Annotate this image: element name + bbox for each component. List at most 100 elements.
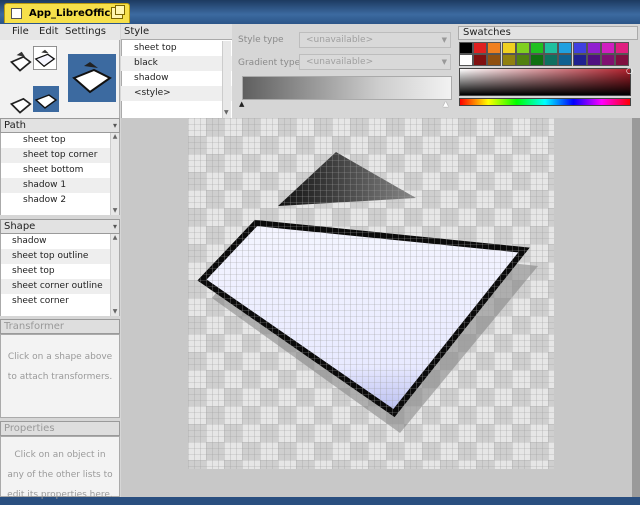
path-item[interactable]: sheet top corner xyxy=(1,148,119,163)
shape-item[interactable]: shadow xyxy=(1,234,119,249)
color-swatch[interactable] xyxy=(487,42,502,54)
path-item[interactable]: shadow 2 xyxy=(1,193,119,208)
scroll-down-icon[interactable]: ▼ xyxy=(111,207,119,215)
shape-item[interactable]: sheet top outline xyxy=(1,249,119,264)
shape-item[interactable]: sheet top xyxy=(1,264,119,279)
color-swatch[interactable] xyxy=(601,42,615,54)
style-list: sheet top black shadow <style> xyxy=(121,41,232,103)
gradient-type-select[interactable]: <unavailable> ▼ xyxy=(299,54,451,70)
properties-panel-header: Properties xyxy=(0,421,120,436)
chevron-down-icon: ▼ xyxy=(441,58,447,66)
shape-panel-title: Shape xyxy=(4,221,36,232)
path-list-scrollbar[interactable]: ▲ ▼ xyxy=(110,133,119,215)
style-item[interactable]: shadow xyxy=(121,71,232,86)
color-swatch[interactable] xyxy=(459,54,473,66)
transformer-hint: to attach transformers. xyxy=(7,372,113,382)
path-panel-title: Path xyxy=(4,120,26,131)
chevron-down-icon[interactable]: ▾ xyxy=(113,119,117,133)
color-swatch[interactable] xyxy=(501,54,516,66)
color-swatch[interactable] xyxy=(586,42,601,54)
properties-hint: Click on an object in xyxy=(14,450,106,460)
menu-edit[interactable]: Edit xyxy=(39,26,58,37)
gradient-stop-left-icon[interactable]: ▲ xyxy=(239,100,244,108)
swatch-grid xyxy=(459,42,639,66)
shape-list: shadow sheet top outline sheet top sheet… xyxy=(0,234,120,316)
path-item[interactable]: sheet bottom xyxy=(1,163,119,178)
canvas-artwork[interactable] xyxy=(188,118,554,469)
color-swatch[interactable] xyxy=(501,42,516,54)
scroll-up-icon[interactable]: ▲ xyxy=(111,133,119,141)
object-thumbnails xyxy=(0,40,120,118)
path-item[interactable]: sheet top xyxy=(1,133,119,148)
style-item[interactable]: <style> xyxy=(121,86,232,101)
color-swatch[interactable] xyxy=(487,54,502,66)
scroll-down-icon[interactable]: ▼ xyxy=(224,109,229,116)
chevron-down-icon: ▼ xyxy=(441,36,447,44)
color-swatch[interactable] xyxy=(615,42,630,54)
shape-panel-header: Shape ▾ xyxy=(0,219,120,234)
color-swatch[interactable] xyxy=(515,54,530,66)
shape-list-scrollbar[interactable]: ▲ ▼ xyxy=(110,234,119,316)
properties-panel-title: Properties xyxy=(4,423,55,434)
style-panel-header: Style xyxy=(121,24,232,40)
hue-slider[interactable] xyxy=(459,98,631,106)
menu-settings[interactable]: Settings xyxy=(65,26,106,37)
style-type-label: Style type xyxy=(238,35,284,45)
canvas-vertical-scrollbar[interactable] xyxy=(632,118,640,497)
color-swatch[interactable] xyxy=(558,42,573,54)
color-swatch[interactable] xyxy=(586,54,601,66)
color-swatch[interactable] xyxy=(572,42,587,54)
small-sheet-icon-2[interactable] xyxy=(8,92,32,116)
transformer-hint: Click on a shape above xyxy=(7,352,113,362)
color-swatch[interactable] xyxy=(530,54,544,66)
chevron-down-icon[interactable]: ▾ xyxy=(113,220,117,234)
window-title: App_LibreOffice xyxy=(29,8,118,19)
path-item[interactable]: shadow 1 xyxy=(1,178,119,193)
gradient-type-value: <unavailable> xyxy=(306,57,374,67)
restore-icon[interactable] xyxy=(111,5,125,19)
gradient-type-label: Gradient type xyxy=(238,58,301,68)
color-picker[interactable] xyxy=(459,68,631,96)
current-style-preview[interactable] xyxy=(68,54,116,102)
picker-marker-icon: ○ xyxy=(626,66,633,75)
drawing-canvas[interactable] xyxy=(188,118,554,469)
color-swatch[interactable] xyxy=(530,42,544,54)
path-list: sheet top sheet top corner sheet bottom … xyxy=(0,133,120,215)
properties-hint: edit its properties here. xyxy=(7,490,113,500)
color-swatch[interactable] xyxy=(544,54,559,66)
transformer-panel-header: Transformer xyxy=(0,319,120,334)
window-tab[interactable]: App_LibreOffice xyxy=(4,3,130,23)
path-panel-header: Path ▾ xyxy=(0,118,120,133)
gradient-stop-right-icon[interactable]: ▲ xyxy=(443,100,448,108)
color-swatch[interactable] xyxy=(515,42,530,54)
style-list-scrollbar[interactable]: ▼ xyxy=(222,41,231,118)
shape-item[interactable]: sheet corner outline xyxy=(1,279,119,294)
style-type-value: <unavailable> xyxy=(306,35,374,45)
sheet-thumbnail[interactable] xyxy=(33,46,57,70)
color-swatch[interactable] xyxy=(601,54,615,66)
gradient-preview[interactable] xyxy=(242,76,452,100)
style-item[interactable]: black xyxy=(121,56,232,71)
properties-panel-body: Click on an object in any of the other l… xyxy=(0,436,120,500)
scroll-down-icon[interactable]: ▼ xyxy=(111,308,119,316)
color-swatch[interactable] xyxy=(459,42,473,54)
color-swatch[interactable] xyxy=(558,54,573,66)
properties-hint: any of the other lists to xyxy=(7,470,113,480)
shape-item[interactable]: sheet corner xyxy=(1,294,119,309)
swatches-header: Swatches xyxy=(458,26,638,40)
menu-file[interactable]: File xyxy=(12,26,29,37)
transformer-panel-body: Click on a shape above to attach transfo… xyxy=(0,334,120,418)
transformer-panel-title: Transformer xyxy=(4,321,65,332)
color-swatch[interactable] xyxy=(572,54,587,66)
style-item[interactable]: sheet top xyxy=(121,41,232,56)
scroll-up-icon[interactable]: ▲ xyxy=(111,234,119,242)
color-swatch[interactable] xyxy=(473,42,488,54)
menu-bar: File Edit Settings xyxy=(0,24,120,40)
small-sheet-icon[interactable] xyxy=(8,50,32,74)
style-type-select[interactable]: <unavailable> ▼ xyxy=(299,32,451,48)
sheet-thumbnail-selected[interactable] xyxy=(33,86,59,112)
document-icon xyxy=(11,8,22,19)
color-swatch[interactable] xyxy=(473,54,488,66)
color-swatch[interactable] xyxy=(615,54,630,66)
color-swatch[interactable] xyxy=(544,42,559,54)
